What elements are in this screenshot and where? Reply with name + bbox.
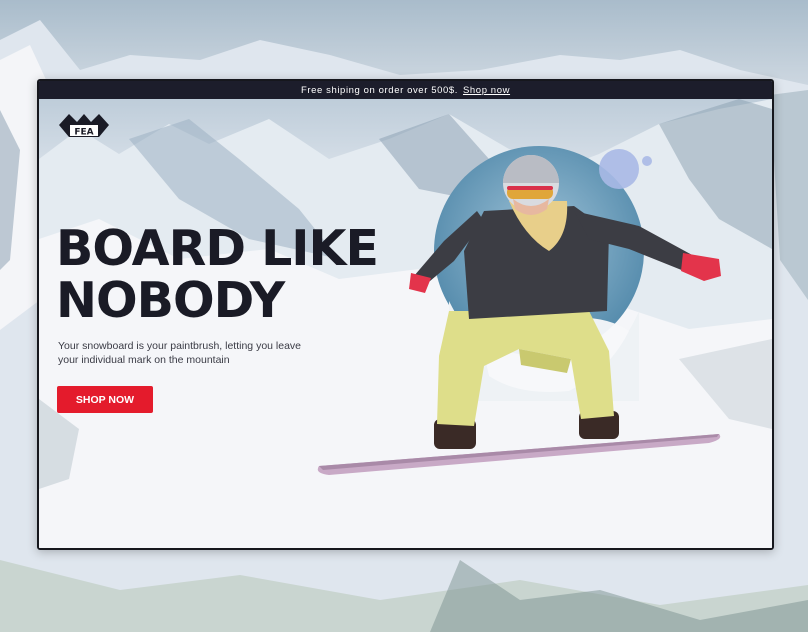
hero-subtext: Your snowboard is your paintbrush, letti… [58,340,302,366]
logo-text: FEA [74,128,93,138]
shop-now-button[interactable]: SHOP NOW [57,386,153,413]
shop-now-link[interactable]: Shop now [463,85,510,96]
announcement-bar: Free shiping on order over 500$. Shop no… [39,81,772,99]
announcement-text: Free shiping on order over 500$. [300,84,458,96]
snowboarder-illustration [317,146,721,475]
landing-page-window: Free shiping on order over 500$. Shop no… [37,79,774,550]
fea-logo: FEA [59,114,109,138]
